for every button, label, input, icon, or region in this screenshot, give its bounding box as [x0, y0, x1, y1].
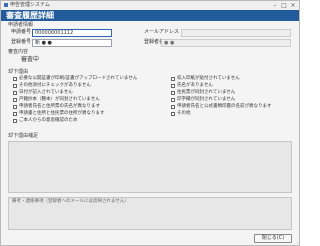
- app-icon: [4, 3, 8, 7]
- resize-grip-icon[interactable]: ⋰: [294, 241, 299, 246]
- rejection-option-label: 戸籍抄本（謄本）が同封されていません: [19, 97, 100, 102]
- checkbox[interactable]: [171, 105, 175, 109]
- checkbox[interactable]: [171, 77, 175, 81]
- review-status-heading: 審査内容: [8, 49, 29, 55]
- rejection-detail-textarea[interactable]: [8, 141, 292, 193]
- checkbox[interactable]: [171, 84, 175, 88]
- rejection-option-label: ご本人からの意思確認のため: [19, 118, 78, 123]
- email-label: メールアドレス: [144, 29, 180, 35]
- applicant-id-field[interactable]: 000000001112: [32, 29, 112, 37]
- rejection-option-label: 申請書と住所と住民票の住所が異なります: [19, 111, 105, 116]
- close-button[interactable]: 閉じる(C): [254, 234, 292, 243]
- email-field[interactable]: [181, 29, 291, 37]
- memo-heading: 備考・連絡事項（登録者へのメールには反映されません）: [12, 199, 129, 204]
- title-bar: 申告管理システム – □ ×: [1, 1, 299, 10]
- rejection-option-label: 必要な公開証書が印刷/証書がアップロードされていません: [19, 76, 138, 81]
- account-label: 登録番号: [11, 39, 32, 45]
- minimize-button[interactable]: –: [271, 2, 279, 9]
- page-header: 審査履歴詳細: [1, 10, 299, 21]
- account-field[interactable]: 新 ● ●: [32, 39, 112, 47]
- checkbox[interactable]: [171, 98, 175, 102]
- checkbox[interactable]: [13, 119, 17, 123]
- checkbox[interactable]: [13, 84, 17, 88]
- checkbox[interactable]: [13, 77, 17, 81]
- rejection-option-label: 氏名がありません: [177, 83, 213, 88]
- checkbox[interactable]: [13, 105, 17, 109]
- applicant-id-label: 申請番号: [11, 29, 32, 35]
- memo-textarea[interactable]: 備考・連絡事項（登録者へのメールには反映されません）: [8, 197, 292, 230]
- page-title: 審査履歴詳細: [6, 11, 54, 20]
- rejection-option-label: その他添付にチェックがありません: [19, 83, 91, 88]
- rejection-option-label: 印字欄が同封されていません: [177, 97, 236, 102]
- rejection-option-label: 住民票が同封されていません: [177, 90, 236, 95]
- checkbox[interactable]: [13, 112, 17, 116]
- rejection-option-label: その他: [177, 111, 191, 116]
- rejection-detail-heading: 却下理由補足: [8, 133, 39, 139]
- rejection-option-label: 収入印紙が貼付されていません: [177, 76, 240, 81]
- rejection-option-label: 申請者氏名と住所票の氏名が異なります: [19, 104, 100, 109]
- rejection-option-label: 申請者氏名と公式書類印鑑の名前が異なります: [177, 104, 272, 109]
- dialog-window: 申告管理システム – □ × 審査履歴詳細 申請者情報 申請番号 0000000…: [0, 0, 300, 246]
- close-window-button[interactable]: ×: [289, 2, 297, 9]
- checkbox[interactable]: [171, 91, 175, 95]
- checkbox[interactable]: [13, 91, 17, 95]
- applicant-info-heading: 申請者情報: [8, 22, 34, 28]
- checkbox[interactable]: [13, 98, 17, 102]
- checkbox[interactable]: [171, 112, 175, 116]
- maximize-button[interactable]: □: [280, 2, 288, 9]
- rejection-option-label: 日付が記入されていません: [19, 90, 73, 95]
- registrant-field[interactable]: ● ●: [161, 39, 291, 47]
- app-title: 申告管理システム: [10, 2, 50, 8]
- rejection-heading: 却下理由: [8, 69, 29, 75]
- review-status-value: 審査中: [21, 56, 40, 63]
